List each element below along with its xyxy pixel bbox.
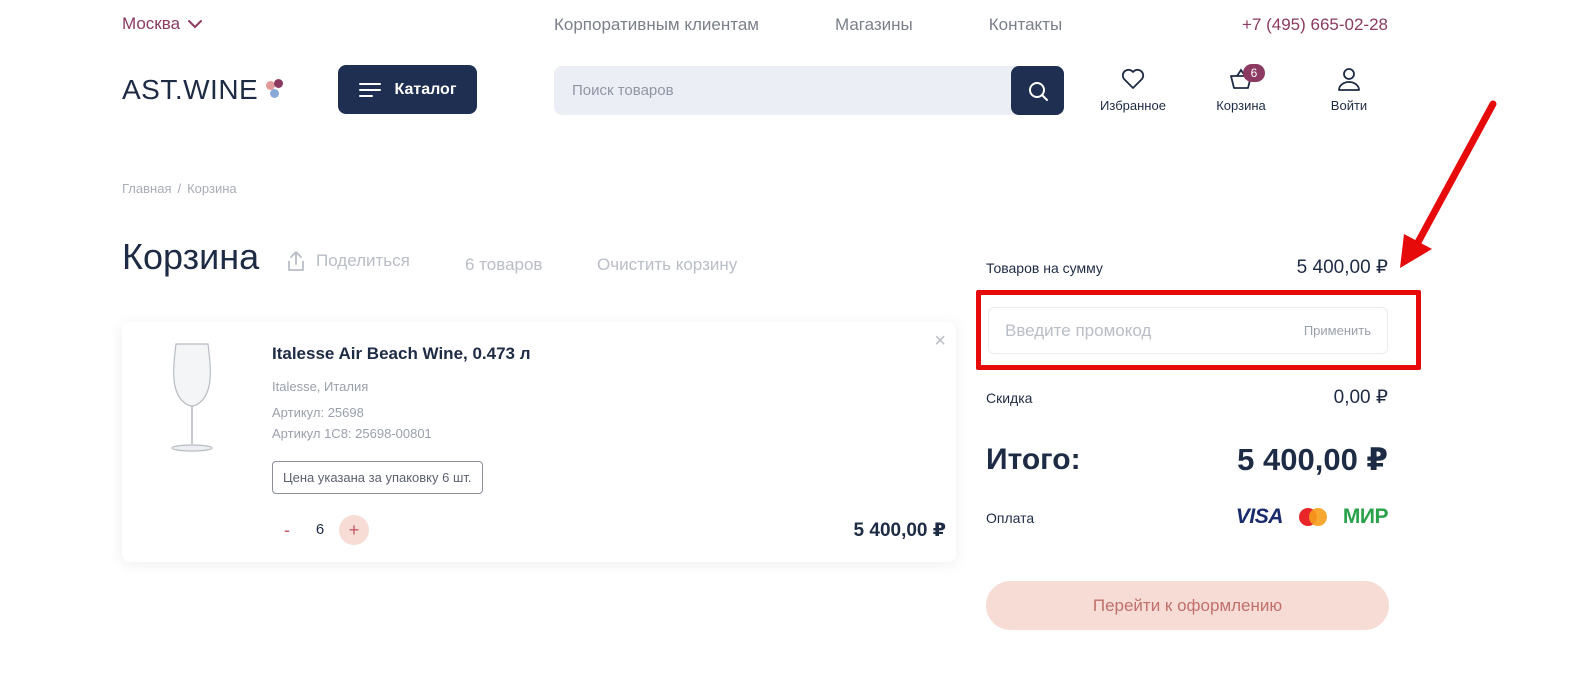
cart-button[interactable]: 6 Корзина: [1212, 64, 1270, 113]
share-button[interactable]: Поделиться: [286, 250, 410, 272]
nav-contacts[interactable]: Контакты: [989, 15, 1062, 35]
breadcrumb-separator: /: [177, 181, 182, 196]
product-brand-country: Italesse, Италия: [272, 379, 369, 394]
logo-dots-icon: [266, 79, 288, 101]
heart-icon: [1121, 68, 1145, 89]
total-label: Итого:: [986, 443, 1081, 476]
payment-label: Оплата: [986, 510, 1035, 526]
pack-note: Цена указана за упаковку 6 шт.: [272, 461, 483, 494]
promo-code-box: Применить: [988, 307, 1388, 354]
city-selector[interactable]: Москва: [122, 14, 204, 34]
cart-count-badge: 6: [1243, 64, 1265, 82]
breadcrumb: Главная / Корзина: [122, 181, 237, 196]
search-bar: [554, 66, 1064, 115]
breadcrumb-home[interactable]: Главная: [122, 181, 171, 196]
quantity-increase-button[interactable]: +: [339, 515, 369, 545]
mastercard-icon: [1298, 508, 1327, 526]
top-nav: Корпоративным клиентам Магазины Контакты: [554, 15, 1062, 35]
subtotal-value: 5 400,00 ₽: [1296, 257, 1388, 278]
search-input[interactable]: [554, 66, 1012, 115]
product-article: Артикул: 25698: [272, 405, 364, 420]
breadcrumb-current: Корзина: [187, 181, 237, 196]
product-article-1c: Артикул 1С8: 25698-00801: [272, 426, 432, 441]
quantity-decrease-button[interactable]: -: [272, 515, 302, 545]
subtotal-label: Товаров на сумму: [986, 260, 1103, 276]
menu-icon: [358, 82, 381, 97]
favorites-button[interactable]: Избранное: [1097, 66, 1169, 113]
product-price: 5 400,00 ₽: [853, 520, 946, 541]
nav-corporate[interactable]: Корпоративным клиентам: [554, 15, 759, 35]
favorites-label: Избранное: [1100, 98, 1166, 113]
total-value: 5 400,00 ₽: [1237, 442, 1388, 477]
search-icon: [1028, 81, 1048, 101]
page-title: Корзина: [122, 236, 260, 277]
promo-apply-button[interactable]: Применить: [1304, 323, 1371, 338]
chevron-down-icon: [188, 20, 203, 29]
catalog-label: Каталог: [394, 80, 457, 98]
share-icon: [288, 251, 304, 271]
quantity-value: 6: [315, 521, 325, 538]
share-label: Поделиться: [316, 251, 410, 270]
user-icon: [1338, 68, 1360, 91]
checkout-button[interactable]: Перейти к оформлению: [986, 581, 1389, 630]
items-count: 6 товаров: [465, 255, 543, 274]
promo-code-input[interactable]: [989, 308, 1289, 353]
city-label: Москва: [122, 14, 181, 33]
visa-logo: VISA: [1235, 505, 1284, 528]
wine-glass-image: [171, 343, 213, 452]
annotation-arrow-icon: [1400, 100, 1497, 268]
nav-stores[interactable]: Магазины: [835, 15, 913, 35]
phone-link[interactable]: +7 (495) 665-02-28: [1242, 15, 1388, 35]
product-title[interactable]: Italesse Air Beach Wine, 0.473 л: [272, 344, 531, 364]
site-logo[interactable]: AST.WINE: [122, 74, 288, 106]
cart-item-card: × Italesse Air Beach Wine, 0.473 л Itale…: [122, 322, 956, 562]
payment-logos: VISA МИР: [1235, 505, 1389, 529]
catalog-button[interactable]: Каталог: [338, 65, 477, 114]
clear-cart-button[interactable]: Очистить корзину: [597, 255, 737, 275]
cart-label: Корзина: [1216, 98, 1266, 113]
discount-label: Скидка: [986, 390, 1033, 406]
search-button[interactable]: [1011, 66, 1064, 115]
discount-value: 0,00 ₽: [1333, 387, 1388, 408]
remove-item-button[interactable]: ×: [934, 330, 946, 353]
login-label: Войти: [1330, 98, 1368, 113]
login-button[interactable]: Войти: [1320, 66, 1378, 113]
mir-logo: МИР: [1342, 505, 1389, 528]
logo-text: AST.WINE: [122, 74, 259, 105]
